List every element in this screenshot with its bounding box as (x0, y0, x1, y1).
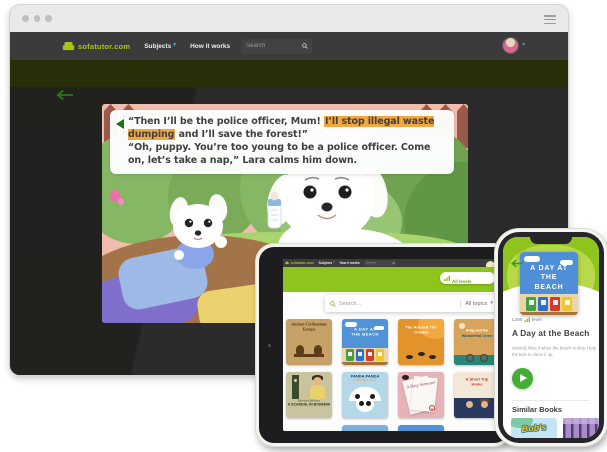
story-text-box: “Then I’ll be the police officer, Mum! I… (110, 110, 454, 174)
search-icon (393, 262, 396, 265)
back-arrow-icon[interactable] (56, 89, 74, 101)
book-cover-partial[interactable] (342, 425, 388, 431)
cover-art (454, 355, 500, 365)
book-cover-a-busy-semester[interactable]: A Busy Semester A (398, 372, 444, 418)
tablet-screen: sofatutor.com Subjects ▾ How it works (283, 259, 503, 431)
nav-how-it-works[interactable]: How it works (190, 43, 230, 50)
cover-art (294, 354, 324, 357)
level-code: L290 (512, 317, 522, 322)
book-cover-a-scandal-in-bohemia[interactable]: Sherlock HolmesA Scandal in Bohemia (286, 372, 332, 418)
recycling-bins-art (520, 297, 578, 311)
play-button[interactable] (512, 368, 533, 389)
book-grid: Ancient CivilisationsEurope A DAY AT THE… (286, 319, 500, 431)
search-input[interactable] (246, 43, 302, 49)
chevron-down-icon: ▾ (333, 262, 334, 265)
levels-icon (444, 276, 450, 281)
cover-art (524, 256, 540, 262)
top-navbar: sofatutor.com Subjects ▾ How it works ▾ (10, 32, 568, 60)
all-levels-button[interactable]: All levels (440, 272, 495, 284)
search-icon (302, 43, 308, 49)
nav-how-it-works[interactable]: How it works (340, 261, 360, 265)
panda-art (356, 396, 374, 412)
nav-subjects[interactable]: Subjects ▾ (319, 261, 335, 265)
cover-title: A DAY AT THE BEACH (520, 264, 578, 292)
cover-art (466, 401, 473, 408)
book-description: Nobody likes it when the beach is dirty.… (512, 345, 599, 358)
browser-chrome-bar (10, 5, 568, 32)
cover-art (454, 398, 500, 418)
book-cover-panda-panda-a-rainy-day[interactable]: PANDA PANDAA RAINY DAY (342, 372, 388, 418)
tablet-navbar: sofatutor.com Subjects ▾ How it works (283, 259, 503, 267)
story-pointer-icon[interactable] (116, 119, 124, 129)
phone-book-detail: L290 level A Day at the Beach Nobody lik… (503, 300, 599, 438)
window-control-dots[interactable] (22, 15, 52, 22)
logo-text[interactable]: sofatutor.com (291, 261, 314, 265)
cover-art (310, 385, 325, 399)
menu-icon[interactable] (544, 15, 556, 26)
book-title: A Day at the Beach (512, 329, 589, 338)
cover-art (406, 355, 413, 359)
recycling-bins-art (342, 349, 388, 361)
similar-book-purple[interactable] (563, 418, 599, 438)
sofatutor-logo-icon (62, 42, 75, 51)
library-search-bar: All topics ▾ (325, 295, 498, 312)
level-row: L290 level (512, 317, 572, 327)
chevron-down-icon: ▾ (522, 43, 525, 49)
level-icon (524, 317, 530, 322)
divider (460, 299, 461, 309)
cover-art (292, 375, 299, 399)
navbar-search (365, 260, 397, 266)
navbar-search (242, 39, 312, 54)
logo-text: sofatutor.com (78, 42, 130, 51)
tablet-camera (268, 344, 271, 347)
book-cover-the-ant-and-the-cricket[interactable]: The Ant and The Cricket (398, 319, 444, 365)
cover-art (480, 354, 488, 362)
tablet-device: sofatutor.com Subjects ▾ How it works (256, 244, 512, 446)
book-cover-a-short-trip-home[interactable]: A Short Trip Home (454, 372, 500, 418)
divider (512, 400, 590, 401)
book-cover-a-day-at-the-beach[interactable]: A DAY AT THE BEACH (342, 319, 388, 365)
nav-subjects[interactable]: Subjects ▾ (144, 43, 176, 50)
page-header-band (10, 60, 568, 87)
tablet-bezel: sofatutor.com Subjects ▾ How it works (259, 247, 509, 443)
topics-dropdown[interactable]: All topics ▾ (465, 301, 493, 307)
similar-book-bobs[interactable]: Bob’s (511, 418, 557, 438)
cover-art: A (429, 405, 435, 411)
sofatutor-logo[interactable]: sofatutor.com (62, 42, 130, 51)
book-cover-a-day-at-the-beach: A DAY AT THE BEACH (520, 252, 578, 315)
story-text: “Then I’ll be the police officer, Mum! I… (128, 116, 446, 168)
phone-device: A DAY AT THE BEACH L290 level A Day at t… (495, 229, 607, 446)
cover-art (429, 355, 436, 359)
chevron-down-icon: ▾ (490, 301, 493, 307)
book-cover-partial[interactable] (398, 425, 444, 431)
search-icon (330, 301, 336, 307)
chevron-down-icon: ▾ (173, 43, 176, 49)
book-cover-ancient-civilisations-europe[interactable]: Ancient CivilisationsEurope (286, 319, 332, 365)
cover-art (466, 354, 474, 362)
search-input[interactable] (366, 262, 393, 265)
cover-art (418, 352, 425, 356)
phone-notch (530, 237, 572, 244)
user-avatar[interactable] (503, 38, 518, 53)
library-search-input[interactable] (339, 301, 456, 307)
book-cover-anap-and-the-wonderful-oven[interactable]: Anap and theWonderful Oven (454, 319, 500, 365)
cover-art (296, 345, 304, 354)
level-label: level (532, 317, 542, 322)
cover-art (481, 401, 488, 408)
phone-bezel: A DAY AT THE BEACH L290 level A Day at t… (498, 232, 604, 443)
back-arrow-icon[interactable] (511, 259, 524, 268)
cover-art (314, 345, 322, 354)
similar-books-heading: Similar Books (512, 405, 562, 414)
sofatutor-logo-icon (285, 262, 289, 265)
phone-screen: A DAY AT THE BEACH L290 level A Day at t… (503, 237, 599, 438)
